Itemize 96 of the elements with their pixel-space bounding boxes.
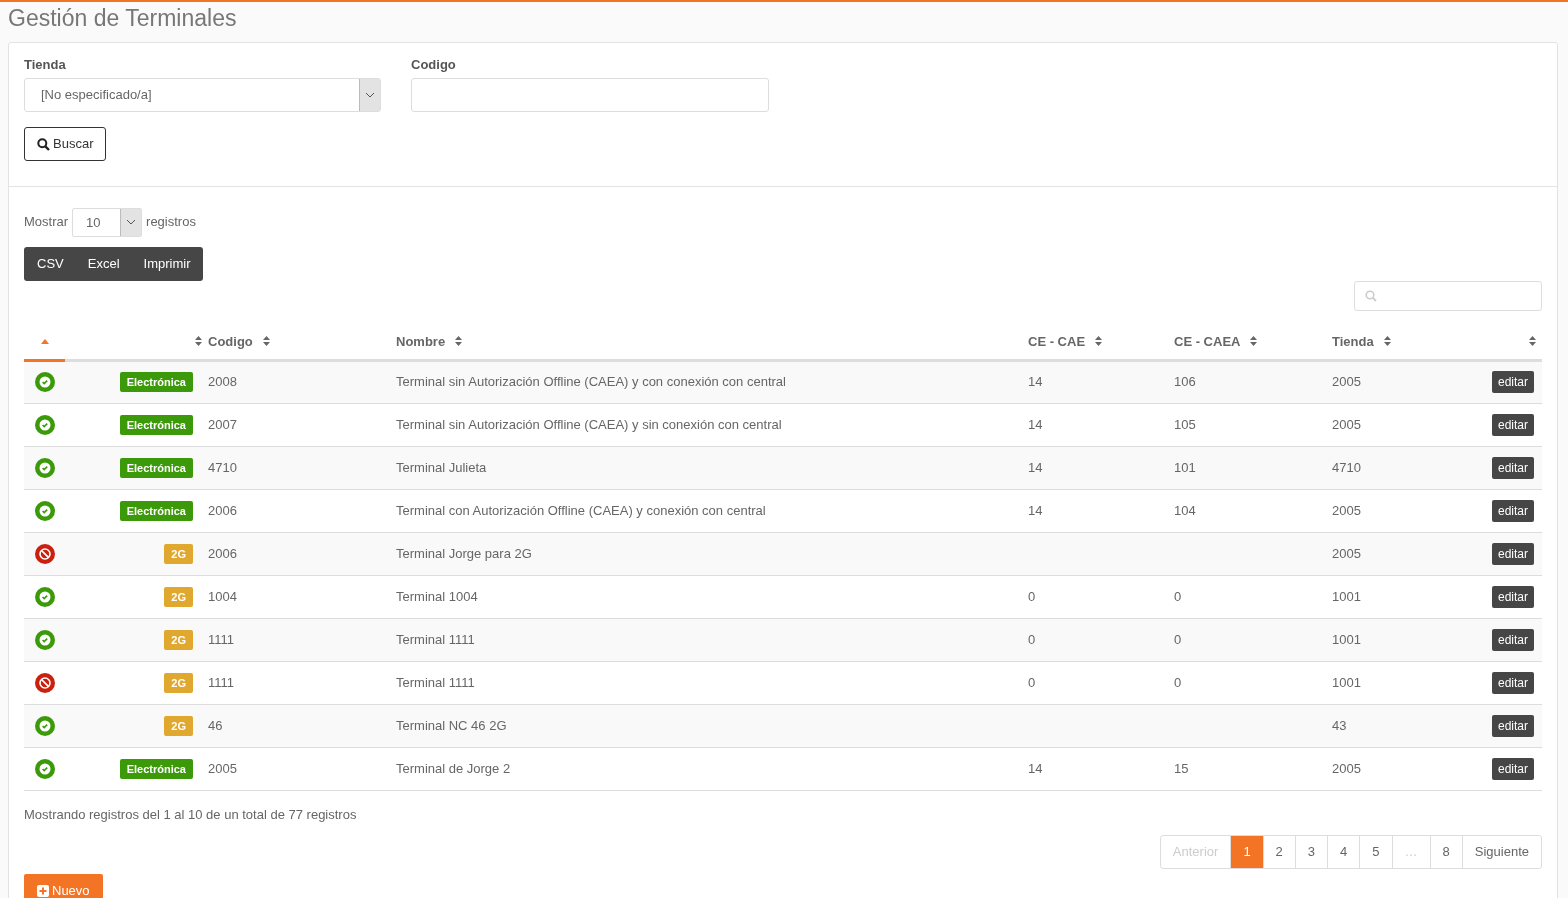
type-label: Electrónica — [119, 457, 193, 478]
table-cell: Terminal 1004 — [396, 588, 478, 604]
table-cell: 2005 — [1332, 416, 1361, 432]
table-cell: 2007 — [208, 416, 237, 432]
table-cell: 2006 — [208, 502, 237, 518]
table-cell: 14 — [1028, 374, 1043, 390]
table-cell: 2005 — [1332, 502, 1361, 518]
edit-button[interactable]: editar — [1491, 371, 1534, 393]
edit-button[interactable]: editar — [1491, 413, 1534, 436]
table-cell: 2005 — [1332, 545, 1361, 561]
table-cell: 106 — [1174, 374, 1196, 390]
table-cell: 0 — [1174, 631, 1182, 647]
table-cell: 0 — [1028, 631, 1036, 647]
chevron-icon — [120, 208, 142, 236]
edit-button[interactable]: editar — [1491, 585, 1534, 608]
table-cell: 14 — [1028, 502, 1043, 518]
edit-button[interactable]: editar — [1491, 757, 1534, 780]
table-search-field[interactable] — [1354, 281, 1542, 311]
type-label: Electrónica — [119, 758, 193, 779]
table-cell: 14 — [1028, 760, 1043, 776]
field-label: Codigo — [411, 56, 456, 74]
table-cell: 101 — [1174, 459, 1196, 475]
page-button[interactable]: 5 — [1359, 836, 1392, 868]
table-cell: Terminal Julieta — [396, 459, 487, 475]
edit-button[interactable]: editar — [1491, 628, 1534, 651]
table-cell: 2005 — [1332, 760, 1361, 776]
table-cell: 2005 — [1332, 374, 1361, 390]
plus-square-icon — [37, 885, 49, 897]
table-cell: 0 — [1028, 588, 1036, 604]
column-header[interactable]: Tienda — [1332, 331, 1374, 351]
page-title: Gestión de Terminales — [7, 4, 238, 33]
length-select[interactable]: 10 — [72, 207, 143, 237]
search-icon — [1365, 290, 1377, 302]
type-label: Electrónica — [119, 414, 193, 435]
page-button[interactable]: 4 — [1327, 836, 1360, 868]
table-cell: 15 — [1174, 760, 1189, 776]
table-cell: 1111 — [208, 631, 235, 647]
table-cell: 43 — [1332, 717, 1347, 733]
table-cell: 1004 — [208, 588, 237, 604]
table-cell: 46 — [208, 717, 223, 733]
page-button[interactable]: 8 — [1429, 836, 1462, 868]
table-cell: 1001 — [1332, 588, 1361, 604]
table-cell: 1001 — [1332, 631, 1361, 647]
table-info: Mostrando registros del 1 al 10 de un total de 77 registros — [24, 805, 357, 824]
edit-button[interactable]: editar — [1491, 714, 1534, 737]
table-cell: 0 — [1174, 588, 1182, 604]
export-button[interactable]: CSV — [25, 247, 76, 281]
table-cell: 14 — [1028, 416, 1043, 432]
table-cell: Terminal sin Autorización Offline (CAEA) y sin conexión con central — [396, 416, 782, 432]
type-label: Electrónica — [119, 500, 193, 521]
export-button[interactable]: Excel — [75, 247, 132, 281]
table-cell: 14 — [1028, 459, 1043, 475]
search-icon — [37, 137, 50, 151]
tienda-select[interactable]: [No especificado/a] — [24, 78, 381, 112]
length-label: registros — [146, 213, 196, 232]
edit-button[interactable]: editar — [1491, 671, 1534, 694]
page-button[interactable]: 3 — [1294, 836, 1328, 868]
column-header[interactable]: CE - CAE — [1028, 331, 1086, 351]
table-cell: Terminal Jorge para 2G — [396, 545, 532, 561]
table-cell: 4710 — [208, 459, 237, 475]
table-cell: Terminal NC 46 2G — [396, 717, 507, 733]
table-cell: 2005 — [208, 760, 237, 776]
table-cell: Terminal de Jorge 2 — [396, 760, 511, 776]
codigo-input[interactable] — [411, 78, 769, 112]
table-cell: 0 — [1174, 674, 1182, 690]
type-label: 2G — [164, 715, 193, 736]
edit-button[interactable]: editar — [1491, 542, 1534, 565]
page-button[interactable]: 2 — [1262, 836, 1295, 868]
table-cell: 1001 — [1332, 674, 1361, 690]
field-label: Tienda — [24, 56, 66, 74]
table-cell: Terminal 1111 — [396, 674, 475, 690]
chevron-icon — [359, 79, 380, 111]
type-label: Electrónica — [119, 372, 193, 392]
type-label: 2G — [164, 586, 193, 607]
edit-button[interactable]: editar — [1491, 456, 1534, 479]
table-cell: 4710 — [1332, 459, 1361, 475]
type-label: 2G — [164, 629, 193, 650]
table-cell: 0 — [1028, 674, 1036, 690]
page-button[interactable]: Siguiente — [1461, 836, 1541, 868]
length-label: Mostrar — [24, 213, 69, 232]
table-cell: Terminal con Autorización Offline (CAEA) y conexión con central — [396, 502, 766, 518]
table-cell: 104 — [1174, 502, 1196, 518]
table-cell: 105 — [1174, 416, 1196, 432]
column-header[interactable]: Nombre — [396, 331, 446, 351]
table-cell: 1111 — [208, 674, 235, 690]
search-button[interactable]: Buscar — [24, 127, 107, 161]
edit-button[interactable]: editar — [1491, 499, 1534, 522]
table-cell: 2008 — [208, 374, 237, 390]
export-button[interactable]: Imprimir — [131, 247, 203, 281]
column-header[interactable]: CE - CAEA — [1174, 331, 1241, 351]
table-cell: Terminal sin Autorización Offline (CAEA) y con conexión con central — [396, 374, 786, 390]
type-label: 2G — [164, 543, 193, 564]
table-cell: 2006 — [208, 545, 237, 561]
column-header[interactable]: Codigo — [208, 331, 253, 351]
type-label: 2G — [164, 672, 193, 693]
table-cell: Terminal 1111 — [396, 631, 475, 647]
